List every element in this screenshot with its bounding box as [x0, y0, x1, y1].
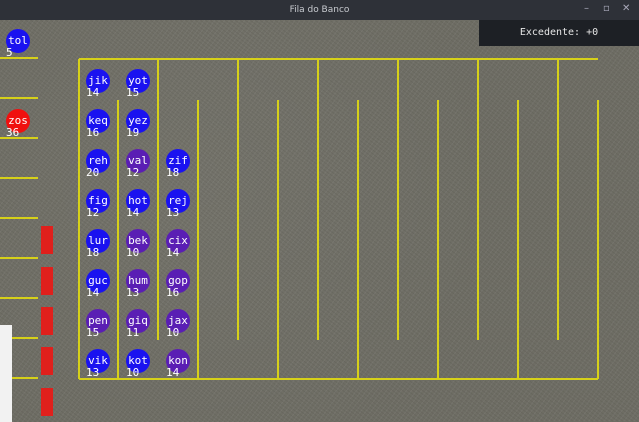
customer-token[interactable]: fig 12: [86, 189, 122, 225]
customer-token[interactable]: rej 13: [166, 189, 202, 225]
window-title: Fila do Banco: [289, 5, 350, 15]
customer-token[interactable]: jik 14: [86, 69, 122, 105]
side-panel: [0, 325, 12, 422]
customer-value: 10: [166, 326, 180, 339]
customer-token[interactable]: guc 14: [86, 269, 122, 305]
customer-value: 13: [126, 286, 140, 299]
customer-token[interactable]: gop 16: [166, 269, 202, 305]
customer-value: 14: [126, 206, 140, 219]
window-titlebar: Fila do Banco – ▫ ✕: [0, 0, 639, 20]
next-button[interactable]: PROXIMO: [41, 347, 53, 375]
customer-token[interactable]: hum 13: [126, 269, 162, 305]
customer-value: 13: [86, 366, 100, 379]
game-board: Excedente: +0 tol 5 zos 36 jik 14 keq 16 reh 20 fi…: [0, 20, 639, 422]
customer-value: 5: [6, 46, 13, 59]
customer-value: 12: [86, 206, 100, 219]
customer-value: 16: [86, 126, 100, 139]
customer-token[interactable]: yez 19: [126, 109, 162, 145]
customer-value: 16: [166, 286, 180, 299]
next-button[interactable]: PROXIMO: [41, 388, 53, 416]
customer-token[interactable]: reh 20: [86, 149, 122, 185]
customer-token[interactable]: tol 5: [6, 29, 42, 65]
customer-value: 10: [126, 246, 140, 259]
customer-value: 15: [86, 326, 100, 339]
customer-token[interactable]: cix 14: [166, 229, 202, 265]
customer-value: 13: [166, 206, 180, 219]
customer-token[interactable]: kon 14: [166, 349, 202, 385]
customer-value: 14: [166, 366, 180, 379]
customer-token[interactable]: jax 10: [166, 309, 202, 345]
customer-token[interactable]: giq 11: [126, 309, 162, 345]
customer-token[interactable]: lur 18: [86, 229, 122, 265]
customer-value: 19: [126, 126, 140, 139]
customer-value: 12: [126, 166, 140, 179]
customer-token[interactable]: pen 15: [86, 309, 122, 345]
customer-value: 18: [166, 166, 180, 179]
customer-value: 20: [86, 166, 100, 179]
customer-token[interactable]: val 12: [126, 149, 162, 185]
customer-value: 14: [166, 246, 180, 259]
customer-value: 18: [86, 246, 100, 259]
customer-value: 11: [126, 326, 140, 339]
customer-token[interactable]: bek 10: [126, 229, 162, 265]
customer-value: 36: [6, 126, 20, 139]
customer-token[interactable]: zos 36: [6, 109, 42, 145]
next-button[interactable]: PROXIMO: [41, 226, 53, 254]
next-button[interactable]: PROXIMO: [41, 307, 53, 335]
customer-token[interactable]: hot 14: [126, 189, 162, 225]
customer-token[interactable]: yot 15: [126, 69, 162, 105]
customer-token[interactable]: keq 16: [86, 109, 122, 145]
customer-token[interactable]: kot 10: [126, 349, 162, 385]
customer-value: 10: [126, 366, 140, 379]
customer-token[interactable]: vik 13: [86, 349, 122, 385]
minimize-icon[interactable]: –: [584, 3, 589, 14]
next-button[interactable]: PROXIMO: [41, 267, 53, 295]
customer-value: 15: [126, 86, 140, 99]
customer-value: 14: [86, 286, 100, 299]
customer-value: 14: [86, 86, 100, 99]
customer-token[interactable]: zif 18: [166, 149, 202, 185]
maximize-icon[interactable]: ▫: [603, 3, 610, 14]
close-icon[interactable]: ✕: [622, 3, 630, 14]
